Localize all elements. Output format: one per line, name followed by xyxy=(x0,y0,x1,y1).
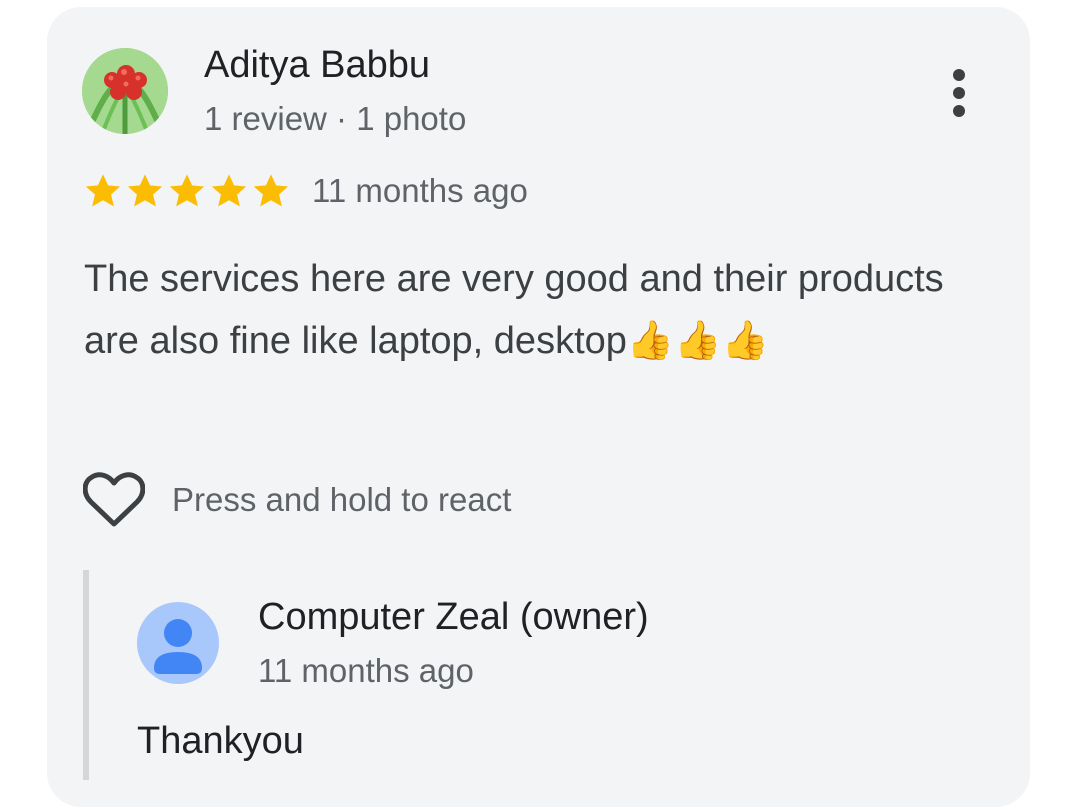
react-label: Press and hold to react xyxy=(172,481,512,518)
star-icon xyxy=(127,174,163,207)
more-options-button[interactable] xyxy=(934,58,984,128)
heart-outline-icon xyxy=(83,472,145,527)
review-text: The services here are very good and thei… xyxy=(84,258,944,362)
star-icon xyxy=(211,174,247,207)
person-icon xyxy=(154,619,202,674)
star-icon xyxy=(253,174,289,207)
owner-avatar xyxy=(137,602,219,684)
reply-divider xyxy=(83,570,89,780)
reviewer-meta: 1 review · 1 photo xyxy=(204,100,467,137)
reviewer-name[interactable]: Aditya Babbu xyxy=(204,44,430,87)
star-icon xyxy=(85,174,121,207)
react-button[interactable] xyxy=(82,470,146,530)
more-vert-icon xyxy=(953,69,965,117)
star-icon xyxy=(169,174,205,207)
review-card xyxy=(47,7,1030,807)
owner-reply-age: 11 months ago xyxy=(258,652,474,689)
owner-name: Computer Zeal (owner) xyxy=(258,596,649,638)
review-age: 11 months ago xyxy=(312,172,528,209)
star-rating xyxy=(82,170,292,212)
react-row: Press and hold to react xyxy=(82,470,511,530)
owner-reply-text: Thankyou xyxy=(137,720,304,762)
reviewer-avatar[interactable] xyxy=(82,48,168,134)
flower-avatar-image xyxy=(82,48,168,134)
